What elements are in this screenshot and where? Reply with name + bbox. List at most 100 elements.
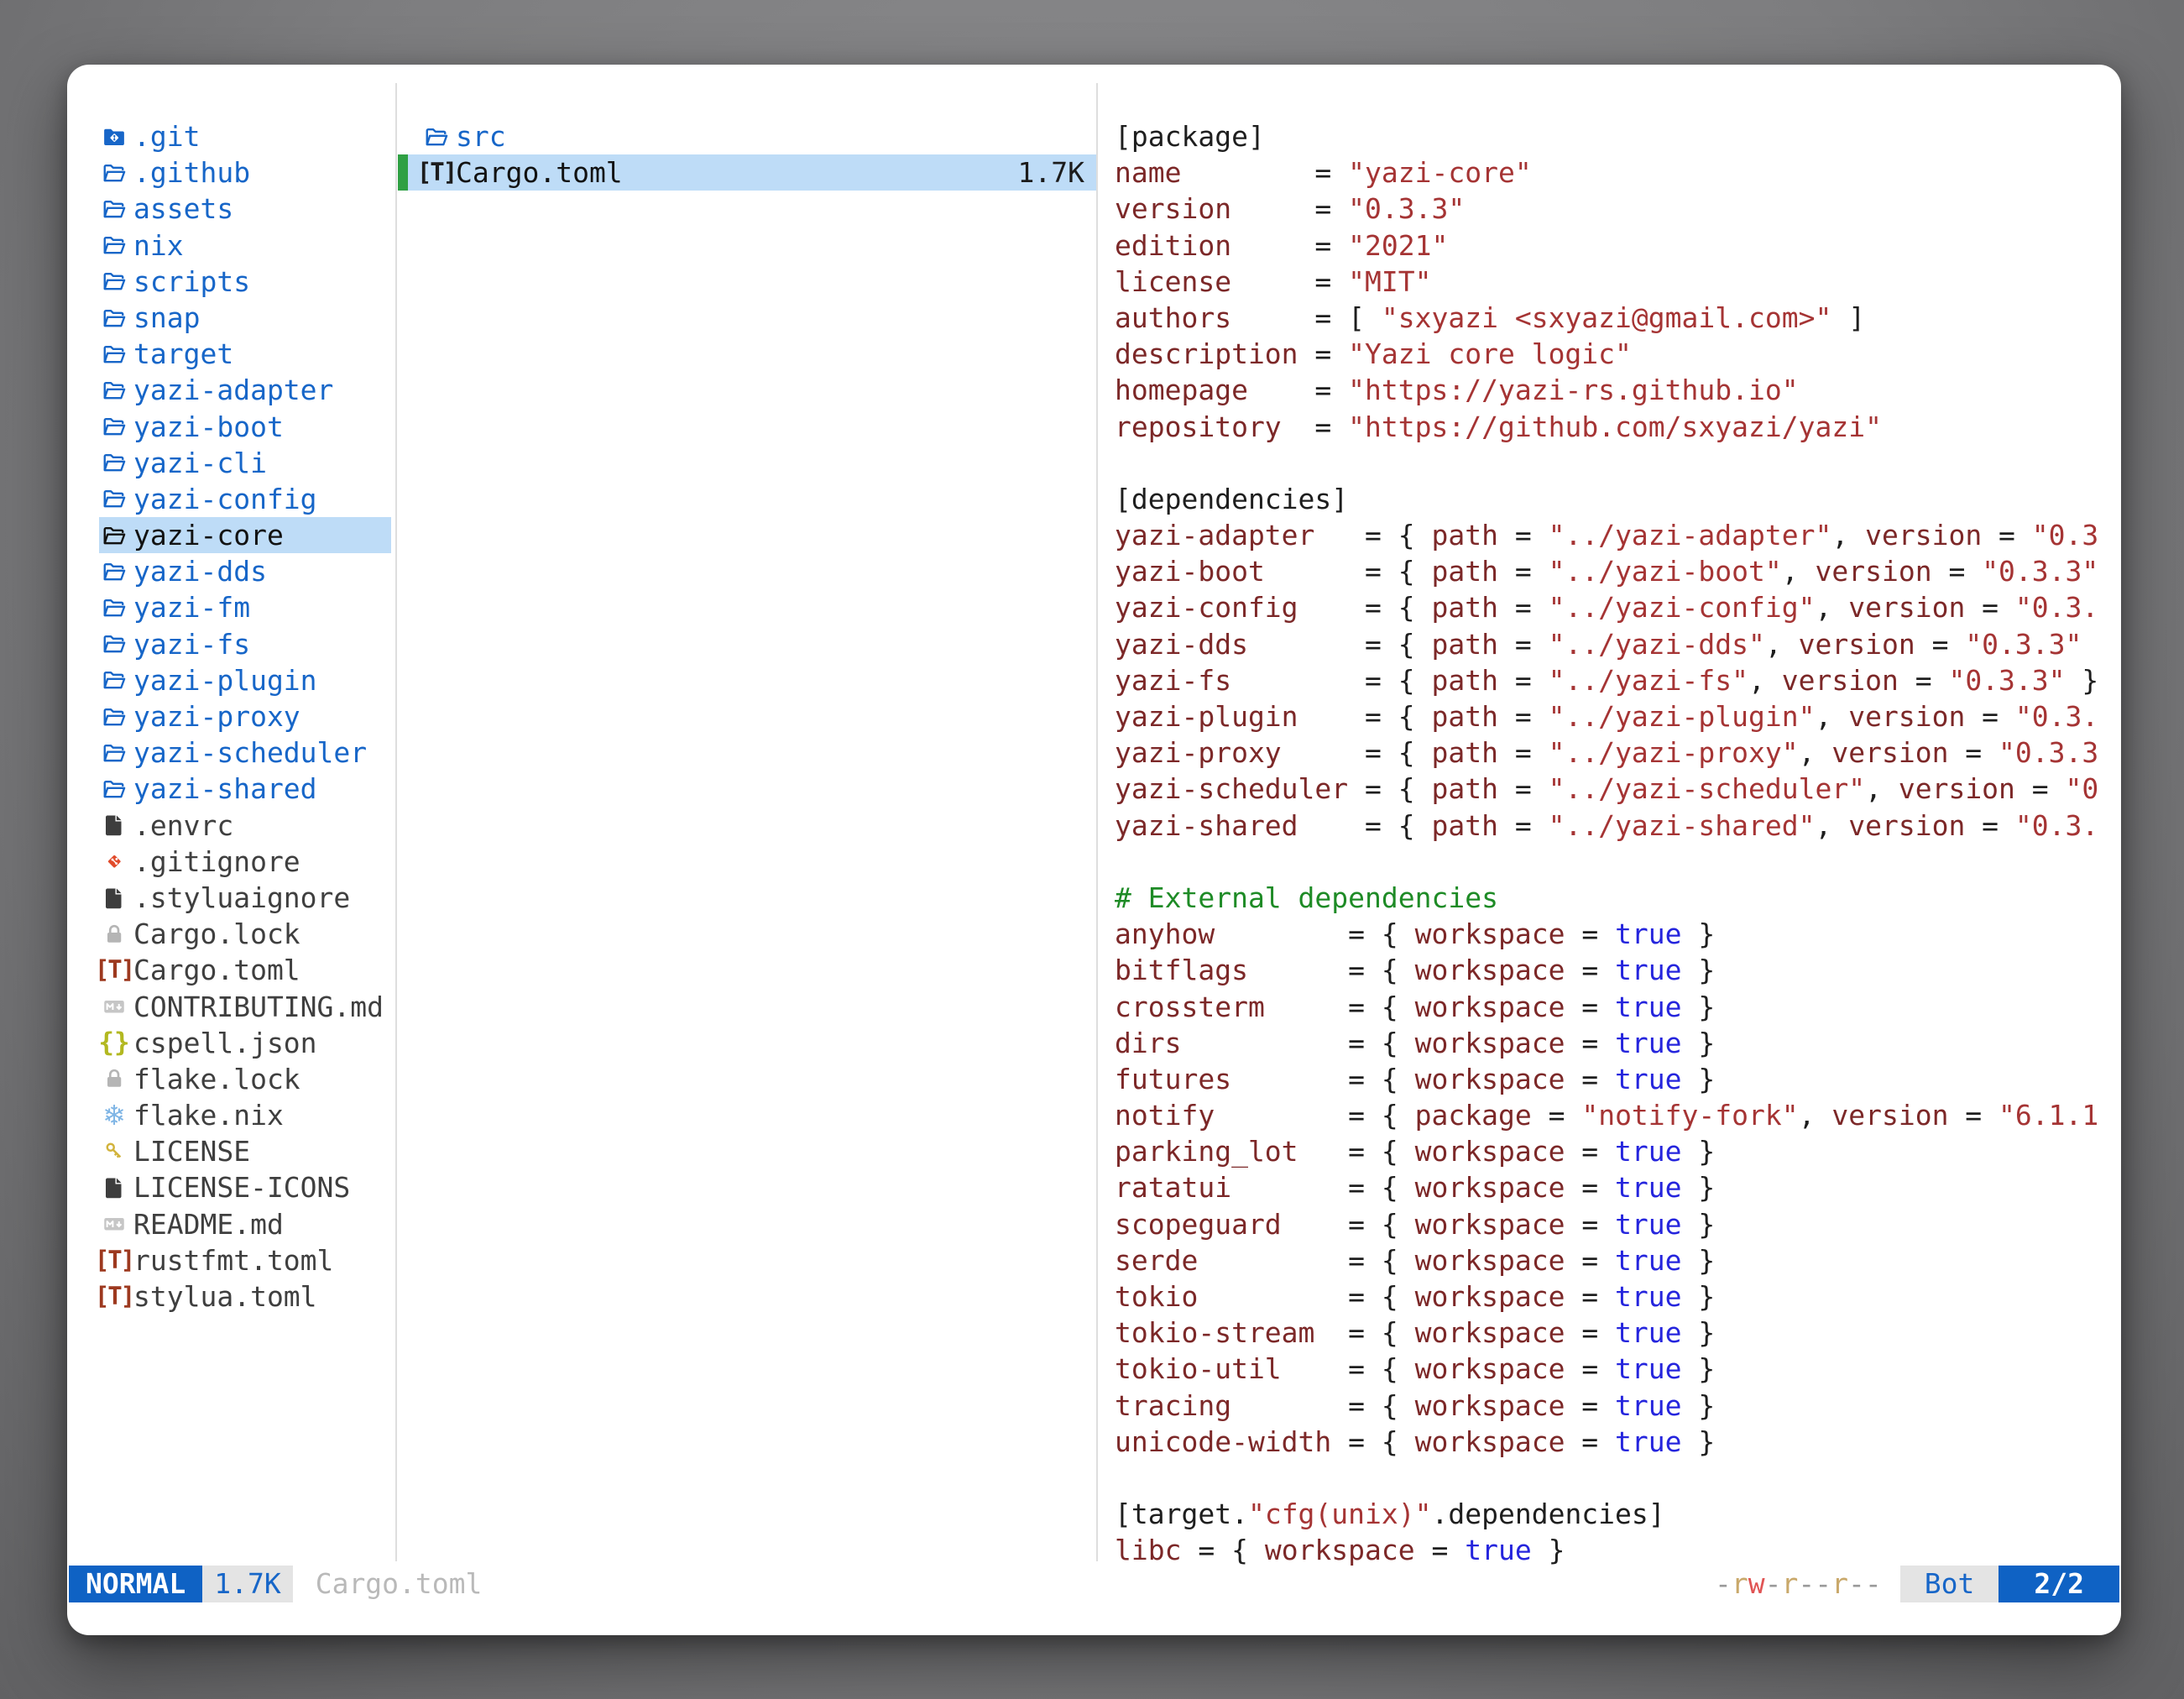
folder-open-icon	[99, 194, 129, 224]
folder-open-icon	[99, 629, 129, 659]
git-folder-icon	[99, 122, 129, 152]
mode-badge: NORMAL	[69, 1566, 202, 1602]
preview-code-line: yazi-proxy = { path = "../yazi-proxy", v…	[1115, 734, 2115, 771]
file-name: Cargo.toml	[456, 154, 623, 191]
file-name: assets	[133, 191, 233, 227]
parent-item-yazi-cli[interactable]: yazi-cli	[99, 445, 391, 481]
parent-item-.envrc[interactable]: .envrc	[99, 808, 391, 844]
parent-item-yazi-fs[interactable]: yazi-fs	[99, 626, 391, 662]
file-size: 1.7K	[1018, 154, 1084, 191]
file-icon	[99, 883, 129, 913]
file-name: .github	[133, 154, 250, 191]
file-icon	[99, 1173, 129, 1203]
file-name: yazi-proxy	[133, 698, 300, 734]
parent-item-flake.nix[interactable]: ❄flake.nix	[99, 1097, 391, 1133]
file-name: yazi-scheduler	[133, 734, 367, 771]
parent-item-readme.md[interactable]: README.md	[99, 1206, 391, 1242]
git-icon	[99, 846, 129, 876]
pane-separator	[395, 83, 397, 1561]
toml-icon: [T]	[99, 1282, 129, 1312]
preview-code-line: notify = { package = "notify-fork", vers…	[1115, 1097, 2115, 1133]
parent-item-assets[interactable]: assets	[99, 191, 391, 227]
hover-indicator-bar	[398, 154, 408, 191]
parent-item-scripts[interactable]: scripts	[99, 264, 391, 300]
file-size-badge: 1.7K	[202, 1566, 292, 1602]
parent-item-stylua.toml[interactable]: [T]stylua.toml	[99, 1278, 391, 1315]
parent-item-yazi-adapter[interactable]: yazi-adapter	[99, 372, 391, 408]
file-name: yazi-config	[133, 481, 317, 517]
preview-code-line: edition = "2021"	[1115, 227, 2115, 264]
parent-item-license[interactable]: LICENSE	[99, 1133, 391, 1169]
file-name: snap	[133, 300, 200, 336]
parent-item-snap[interactable]: snap	[99, 300, 391, 336]
parent-item-cargo.lock[interactable]: Cargo.lock	[99, 916, 391, 952]
parent-item-yazi-config[interactable]: yazi-config	[99, 481, 391, 517]
parent-item-license-icons[interactable]: LICENSE-ICONS	[99, 1169, 391, 1205]
file-name: yazi-dds	[133, 553, 267, 589]
file-permissions: -rw-r--r--	[1715, 1566, 1882, 1602]
parent-item-nix[interactable]: nix	[99, 227, 391, 264]
parent-item-flake.lock[interactable]: flake.lock	[99, 1061, 391, 1097]
parent-item-yazi-fm[interactable]: yazi-fm	[99, 589, 391, 625]
parent-item-yazi-boot[interactable]: yazi-boot	[99, 409, 391, 445]
file-name: README.md	[133, 1206, 284, 1242]
lock-icon	[99, 919, 129, 949]
current-item-src[interactable]: src	[398, 118, 1096, 154]
file-name: .gitignore	[133, 844, 300, 880]
file-name: yazi-plugin	[133, 662, 317, 698]
parent-item-.git[interactable]: .git	[99, 118, 391, 154]
file-name: flake.lock	[133, 1061, 300, 1097]
toml-icon: [T]	[421, 158, 452, 188]
preview-code-line: tracing = { workspace = true }	[1115, 1388, 2115, 1424]
preview-code-line: version = "0.3.3"	[1115, 191, 2115, 227]
folder-open-icon	[99, 593, 129, 623]
nix-icon: ❄	[99, 1100, 129, 1131]
preview-code-line	[1115, 1460, 2115, 1496]
parent-item-rustfmt.toml[interactable]: [T]rustfmt.toml	[99, 1242, 391, 1278]
status-bar-right: -rw-r--r-- Bot 2/2	[1715, 1566, 2119, 1602]
preview-code-line: authors = [ "sxyazi <sxyazi@gmail.com>" …	[1115, 300, 2115, 336]
parent-item-cspell.json[interactable]: {}cspell.json	[99, 1025, 391, 1061]
file-name: stylua.toml	[133, 1278, 317, 1315]
parent-item-.gitignore[interactable]: .gitignore	[99, 844, 391, 880]
yazi-terminal-window: .git.githubassetsnixscriptssnaptargetyaz…	[67, 65, 2121, 1635]
folder-open-icon	[99, 158, 129, 188]
preview-pane: [package]name = "yazi-core"version = "0.…	[1098, 118, 2115, 1584]
file-name: Cargo.lock	[133, 916, 300, 952]
markdown-icon	[99, 991, 129, 1022]
preview-code-line: yazi-scheduler = { path = "../yazi-sched…	[1115, 771, 2115, 807]
current-item-cargo.toml[interactable]: [T]Cargo.toml 1.7K	[398, 154, 1096, 191]
parent-item-cargo.toml[interactable]: [T]Cargo.toml	[99, 952, 391, 988]
folder-open-icon	[99, 702, 129, 732]
preview-code-line: yazi-dds = { path = "../yazi-dds", versi…	[1115, 626, 2115, 662]
folder-open-icon	[99, 738, 129, 768]
file-name: yazi-cli	[133, 445, 267, 481]
parent-item-yazi-shared[interactable]: yazi-shared	[99, 771, 391, 807]
file-icon	[99, 810, 129, 840]
file-name: src	[456, 118, 506, 154]
status-bar: NORMAL 1.7K Cargo.toml -rw-r--r-- Bot 2/…	[69, 1566, 2119, 1602]
parent-item-yazi-core[interactable]: yazi-core	[99, 517, 391, 553]
preview-code-line: tokio = { workspace = true }	[1115, 1278, 2115, 1315]
preview-code-line: yazi-config = { path = "../yazi-config",…	[1115, 589, 2115, 625]
parent-item-yazi-dds[interactable]: yazi-dds	[99, 553, 391, 589]
parent-item-contributing.md[interactable]: CONTRIBUTING.md	[99, 989, 391, 1025]
file-name: .styluaignore	[133, 880, 350, 916]
file-name: flake.nix	[133, 1097, 284, 1133]
key-icon	[99, 1137, 129, 1167]
parent-item-yazi-scheduler[interactable]: yazi-scheduler	[99, 734, 391, 771]
file-name: yazi-fm	[133, 589, 250, 625]
preview-code-line: bitflags = { workspace = true }	[1115, 952, 2115, 988]
parent-item-.styluaignore[interactable]: .styluaignore	[99, 880, 391, 916]
file-name: .git	[133, 118, 200, 154]
file-name: rustfmt.toml	[133, 1242, 333, 1278]
parent-item-.github[interactable]: .github	[99, 154, 391, 191]
parent-item-yazi-proxy[interactable]: yazi-proxy	[99, 698, 391, 734]
preview-code-line: scopeguard = { workspace = true }	[1115, 1206, 2115, 1242]
folder-open-icon	[99, 484, 129, 514]
preview-code-line: dirs = { workspace = true }	[1115, 1025, 2115, 1061]
scroll-position-badge: Bot	[1900, 1566, 1999, 1602]
preview-code-line: yazi-fs = { path = "../yazi-fs", version…	[1115, 662, 2115, 698]
parent-item-yazi-plugin[interactable]: yazi-plugin	[99, 662, 391, 698]
parent-item-target[interactable]: target	[99, 336, 391, 372]
